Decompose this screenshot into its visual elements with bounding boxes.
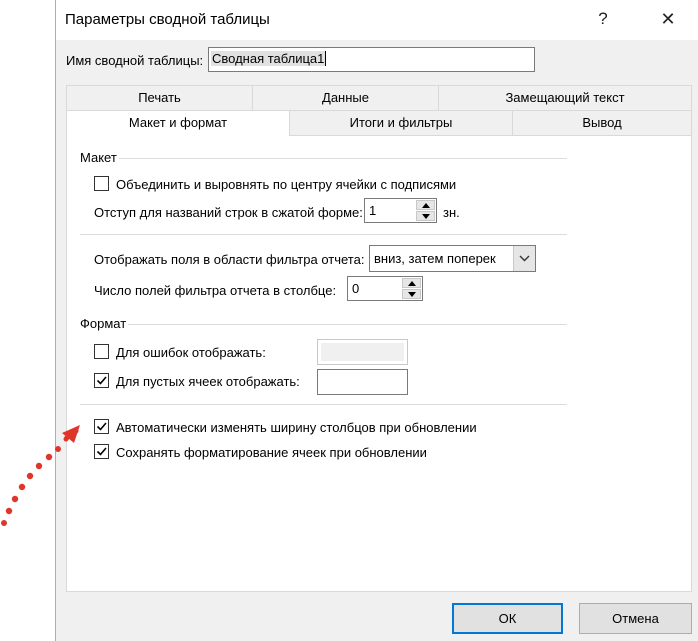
errors-label: Для ошибок отображать: [116, 345, 266, 360]
close-button[interactable]: ✕ [656, 8, 680, 32]
preserve-format-checkbox[interactable] [94, 444, 109, 459]
arrow-up-icon [422, 203, 430, 208]
pivot-name-value: Сводная таблица1 [211, 51, 327, 66]
title-bar: Параметры сводной таблицы ? ✕ [56, 0, 698, 40]
tab-data-label: Данные [322, 90, 369, 105]
merge-center-label: Объединить и выровнять по центру ячейки … [116, 177, 457, 192]
chevron-down-icon [519, 255, 530, 262]
filter-count-stepper[interactable]: 0 [347, 276, 423, 301]
filter-count-stepper-arrows [402, 278, 421, 299]
filter-count-label: Число полей фильтра отчета в столбце: [94, 283, 337, 298]
autofit-checkbox[interactable] [94, 419, 109, 434]
arrow-down-icon [408, 292, 416, 297]
empty-cells-label: Для пустых ячеек отображать: [116, 374, 300, 389]
autofit-label: Автоматически изменять ширину столбцов п… [116, 420, 477, 435]
layout-format-panel: Макет Объединить и выровнять по центру я… [66, 135, 692, 592]
indent-stepper[interactable]: 1 [364, 198, 437, 223]
annotation-arrow-icon [1, 425, 80, 526]
filter-count-value: 0 [352, 281, 360, 296]
errors-value-field[interactable] [317, 339, 408, 365]
preserve-format-label: Сохранять форматирование ячеек при обнов… [116, 445, 427, 460]
cancel-button[interactable]: Отмена [579, 603, 692, 634]
merge-center-checkbox[interactable] [94, 176, 109, 191]
background-sheet-area [0, 0, 55, 641]
pivot-name-label: Имя сводной таблицы: [66, 53, 204, 68]
tab-totals-filters[interactable]: Итоги и фильтры [289, 110, 513, 135]
tab-alt-text[interactable]: Замещающий текст [438, 85, 692, 110]
checkmark-icon [96, 447, 107, 456]
arrow-down-icon [422, 214, 430, 219]
tab-layout-format-label: Макет и формат [128, 115, 228, 130]
tab-layout-format[interactable]: Макет и формат [66, 110, 290, 136]
format-section-title: Формат [80, 316, 127, 331]
pivot-table-options-dialog: Параметры сводной таблицы ? ✕ Имя сводно… [55, 0, 698, 641]
tab-totals-filters-label: Итоги и фильтры [349, 115, 453, 130]
indent-unit: зн. [443, 205, 460, 220]
tab-output-label: Вывод [582, 115, 622, 130]
indent-label: Отступ для названий строк в сжатой форме… [94, 205, 363, 220]
filter-count-down-button[interactable] [402, 289, 421, 299]
filter-order-label: Отображать поля в области фильтра отчета… [94, 252, 365, 267]
tab-alt-text-label: Замещающий текст [505, 90, 625, 105]
filter-order-dropdown-button[interactable] [513, 246, 535, 271]
tab-print-label: Печать [138, 90, 181, 105]
tab-output[interactable]: Вывод [512, 110, 692, 135]
tab-print[interactable]: Печать [66, 85, 253, 110]
errors-value-field-inner [321, 343, 404, 361]
layout-divider-2 [80, 234, 567, 235]
indent-down-button[interactable] [416, 211, 435, 221]
empty-cells-value-field[interactable] [317, 369, 408, 395]
help-button[interactable]: ? [591, 8, 615, 32]
checkmark-icon [96, 422, 107, 431]
dialog-title: Параметры сводной таблицы [65, 11, 270, 28]
empty-cells-checkbox[interactable] [94, 373, 109, 388]
indent-stepper-arrows [416, 200, 435, 221]
indent-up-button[interactable] [416, 200, 435, 210]
ok-button[interactable]: ОК [452, 603, 563, 634]
filter-order-dropdown[interactable]: вниз, затем поперек [369, 245, 536, 272]
pivot-name-input[interactable]: Сводная таблица1 [208, 47, 535, 72]
format-section-divider [128, 324, 567, 325]
errors-checkbox[interactable] [94, 344, 109, 359]
filter-count-up-button[interactable] [402, 278, 421, 288]
indent-value: 1 [369, 203, 377, 218]
checkmark-icon [96, 376, 107, 385]
filter-order-value: вниз, затем поперек [374, 251, 496, 266]
format-divider-2 [80, 404, 567, 405]
layout-section-divider [119, 158, 567, 159]
layout-section-title: Макет [80, 150, 117, 165]
tab-data[interactable]: Данные [252, 85, 439, 110]
arrow-up-icon [408, 281, 416, 286]
